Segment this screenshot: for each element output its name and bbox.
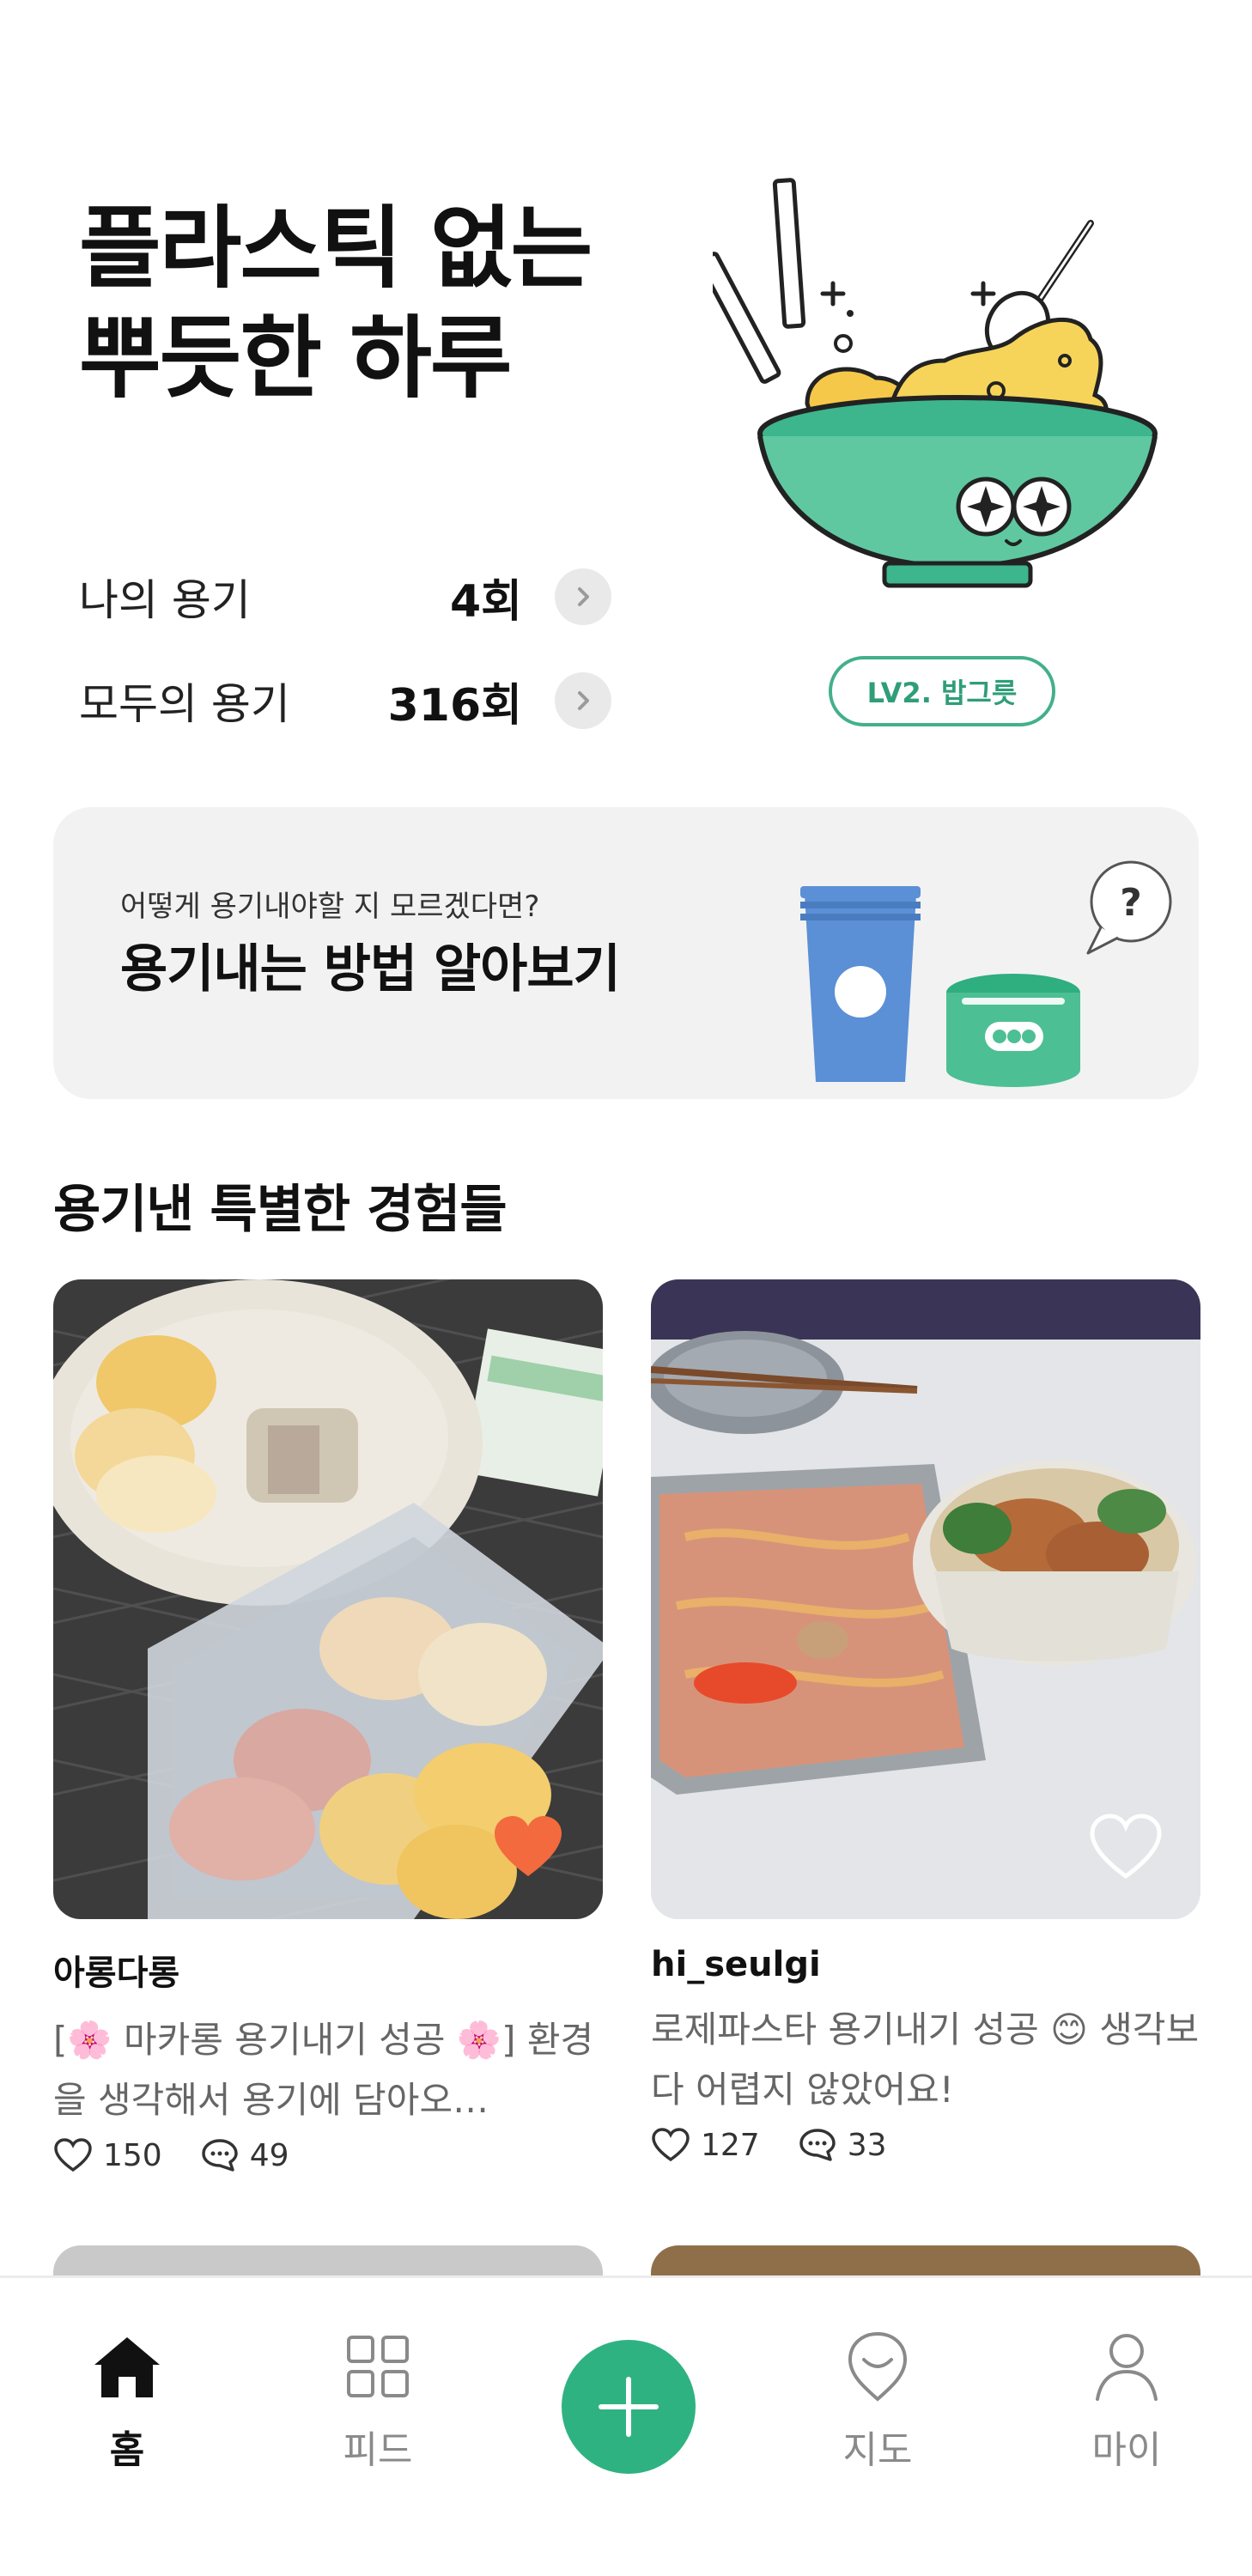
add-post-button[interactable]: [562, 2340, 696, 2474]
post-description: 로제파스타 용기내기 성공 😊 생각보다 어렵지 않았어요!: [651, 2008, 1200, 2111]
stat-label: 나의 용기: [79, 575, 251, 625]
containers-illustration: ?: [800, 860, 1172, 1087]
post-card[interactable]: hi_seulgi 로제파스타 용기내기 성공 😊 생각보다 어렵지 않았어요!…: [651, 1279, 1200, 2163]
nav-home[interactable]: 홈: [41, 2319, 213, 2491]
nav-map[interactable]: 지도: [792, 2319, 963, 2491]
plus-icon: [599, 2377, 659, 2437]
nav-feed-label: 피드: [343, 2428, 413, 2472]
hero-title-line1: 플라스틱 없는: [79, 196, 593, 301]
like-count-value: 127: [701, 2127, 760, 2163]
like-heart-icon[interactable]: [491, 1813, 565, 1881]
chevron-right-icon[interactable]: [555, 672, 611, 729]
my-container-stat[interactable]: 나의 용기 4회: [79, 562, 611, 631]
how-to-guide-banner[interactable]: 어떻게 용기내야할 지 모르겠다면? 용기내는 방법 알아보기 ?: [53, 807, 1199, 1099]
chevron-right-icon[interactable]: [555, 568, 611, 625]
section-title: 용기낸 특별한 경험들: [53, 1180, 507, 1240]
rice-bowl-character-illustration: [713, 178, 1158, 588]
post-author[interactable]: hi_seulgi: [651, 1945, 1200, 1984]
post-photo[interactable]: [53, 1279, 603, 1919]
comment-count: 33: [798, 2127, 887, 2163]
like-count: 150: [53, 2137, 162, 2173]
nav-feed[interactable]: 피드: [292, 2319, 464, 2491]
comment-icon: [799, 2129, 836, 2161]
nav-map-label: 지도: [842, 2428, 913, 2472]
like-heart-outline-icon[interactable]: [1089, 1813, 1163, 1881]
post-photo[interactable]: [651, 1279, 1200, 1919]
nav-my[interactable]: 마이: [1041, 2319, 1212, 2491]
like-count-value: 150: [103, 2137, 162, 2173]
comment-count-value: 49: [249, 2137, 289, 2173]
stat-value: 4회: [449, 575, 522, 628]
comment-icon: [201, 2139, 238, 2172]
post-card[interactable]: 아롱다롱 [🌸 마카롱 용기내기 성공 🌸] 환경을 생각해서 용기에 담아오……: [53, 1279, 603, 2173]
map-pin-icon: [848, 2331, 908, 2402]
hero-title-line2: 뿌듯한 하루: [79, 306, 513, 410]
nav-my-label: 마이: [1091, 2428, 1162, 2472]
svg-text:?: ?: [1120, 881, 1142, 925]
post-stats: 127 33: [651, 2127, 1200, 2163]
level-badge: LV2. 밥그릇: [829, 656, 1055, 726]
hero-title: 플라스틱 없는 뿌듯한 하루: [79, 193, 663, 413]
stat-label: 모두의 용기: [79, 679, 290, 729]
home-icon: [94, 2337, 160, 2397]
nav-home-label: 홈: [109, 2428, 145, 2472]
heart-outline-icon: [54, 2138, 92, 2172]
guide-title: 용기내는 방법 알아보기: [120, 939, 621, 999]
like-count: 127: [651, 2127, 760, 2163]
grid-icon: [347, 2336, 409, 2397]
post-author[interactable]: 아롱다롱: [53, 1945, 603, 1995]
user-icon: [1096, 2334, 1158, 2401]
post-description: [🌸 마카롱 용기내기 성공 🌸] 환경을 생각해서 용기에 담아오…: [53, 2019, 594, 2121]
guide-subtitle: 어떻게 용기내야할 지 모르겠다면?: [120, 890, 540, 924]
heart-outline-icon: [652, 2128, 690, 2162]
all-container-stat[interactable]: 모두의 용기 316회: [79, 666, 611, 735]
comment-count: 49: [200, 2137, 289, 2173]
comment-count-value: 33: [847, 2127, 887, 2163]
stat-value: 316회: [387, 679, 522, 732]
bottom-navigation: 홈 피드 지도 마이: [0, 2275, 1252, 2576]
post-stats: 150 49: [53, 2137, 603, 2173]
